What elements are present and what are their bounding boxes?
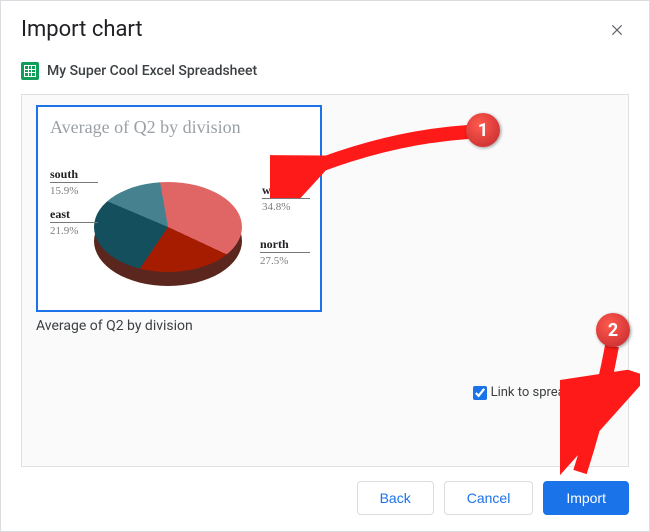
link-checkbox-input[interactable] [473, 386, 487, 400]
import-button[interactable]: Import [543, 481, 629, 515]
chart-thumbnail[interactable]: Average of Q2 by division south 15.9% ea… [36, 105, 322, 312]
link-checkbox-label: Link to spreadsheet [491, 385, 604, 400]
dialog-title: Import chart [21, 17, 143, 42]
chart-caption: Average of Q2 by division [36, 318, 614, 334]
chart-selection-area: Average of Q2 by division south 15.9% ea… [21, 94, 629, 467]
cancel-button[interactable]: Cancel [444, 481, 534, 515]
source-name: My Super Cool Excel Spreadsheet [47, 63, 257, 79]
link-to-spreadsheet-checkbox[interactable]: Link to spreadsheet [473, 385, 604, 400]
dialog-footer: Back Cancel Import [1, 467, 649, 531]
annotation-badge-2: 2 [596, 313, 630, 347]
source-row: My Super Cool Excel Spreadsheet [1, 50, 649, 94]
close-icon [610, 23, 624, 37]
slice-label-east: east 21.9% [50, 208, 98, 237]
back-button[interactable]: Back [357, 481, 434, 515]
pie-3d [94, 182, 242, 272]
sheets-icon [21, 62, 39, 80]
close-button[interactable] [605, 18, 629, 42]
pie-chart: south 15.9% east 21.9% west 34.8% north … [50, 142, 310, 292]
chart-title: Average of Q2 by division [50, 117, 308, 138]
slice-label-south: south 15.9% [50, 168, 98, 197]
slice-label-north: north 27.5% [260, 238, 310, 267]
import-chart-dialog: Import chart My Super Cool Excel Spreads… [0, 0, 650, 532]
slice-label-west: west 34.8% [262, 184, 310, 213]
dialog-header: Import chart [1, 1, 649, 50]
annotation-badge-1: 1 [466, 113, 500, 147]
